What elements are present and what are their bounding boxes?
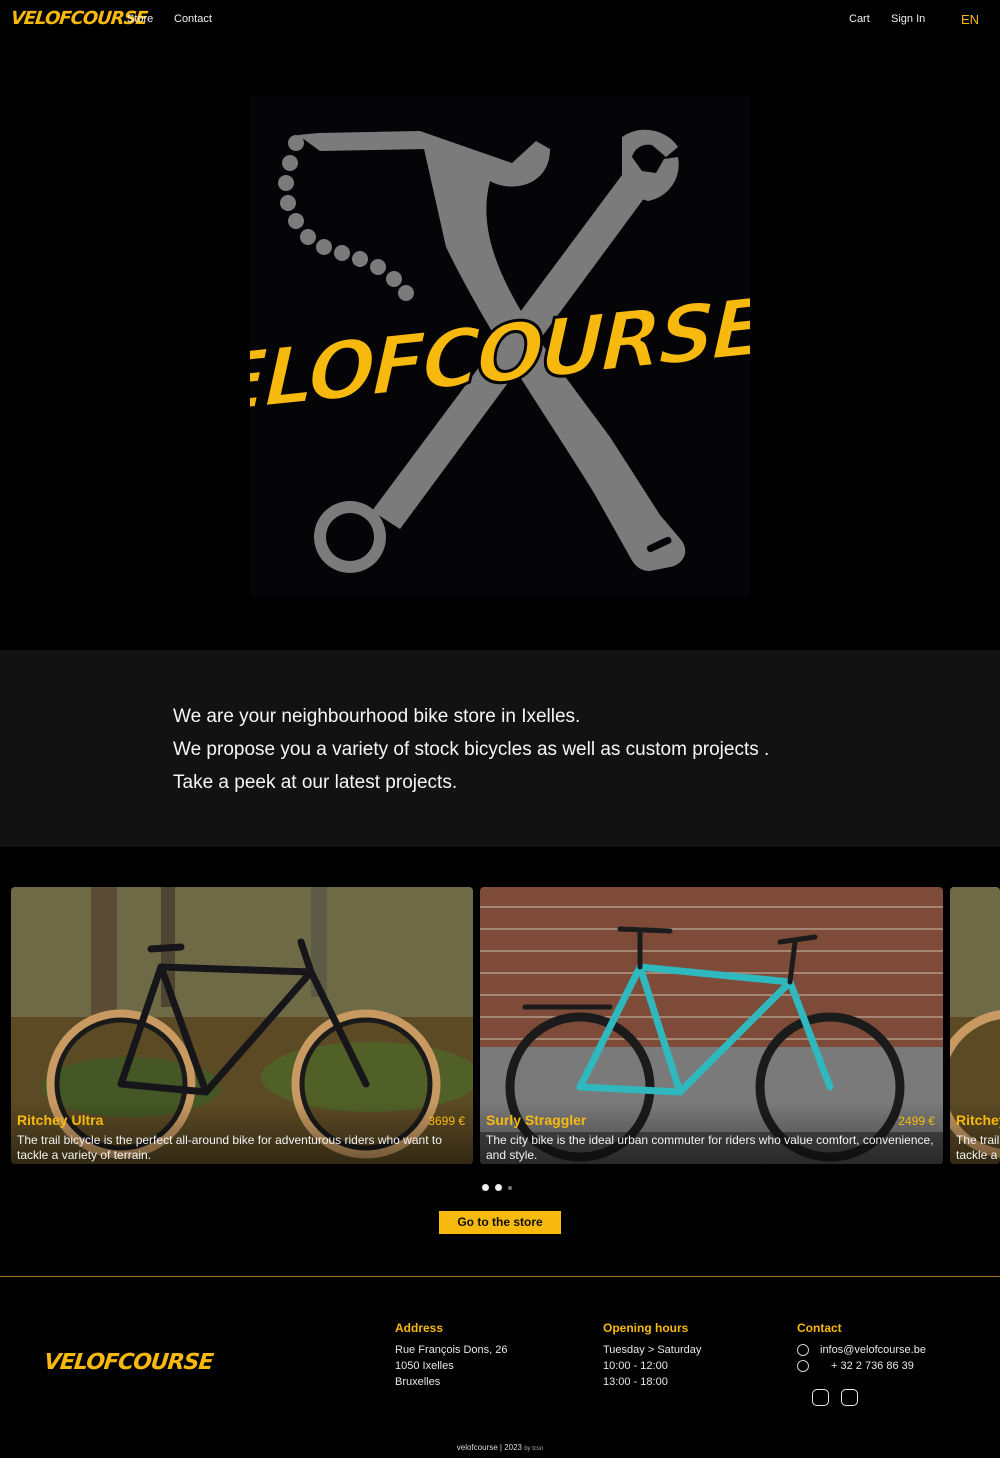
footer-phone-link[interactable]: + 32 2 736 86 39 <box>831 1360 914 1372</box>
intro-line-3: Take a peek at our latest projects. <box>173 772 458 793</box>
card-price: 3699 € <box>428 1114 465 1128</box>
facebook-icon[interactable] <box>841 1389 858 1406</box>
mail-icon <box>797 1344 809 1356</box>
top-navbar: VELOFCOURSE Store Contact Cart Sign In E… <box>0 0 1000 40</box>
crossed-tools-icon: VELOFCOURSE <box>153 129 768 573</box>
footer-hours-line: 10:00 - 12:00 <box>603 1360 668 1372</box>
card-title: Ritchey Ultra <box>17 1112 104 1128</box>
footer-address-line: Rue François Dons, 26 <box>395 1344 508 1356</box>
footer-logo[interactable]: VELOFCOURSE <box>43 1350 214 1375</box>
footer-address-line: Bruxelles <box>395 1376 441 1388</box>
carousel-dot-2[interactable] <box>495 1184 502 1191</box>
project-card-surly-straggler[interactable]: Surly Straggler 2499 € The city bike is … <box>480 887 943 1164</box>
footer-address-heading: Address <box>395 1321 444 1335</box>
footer-address-line: 1050 Ixelles <box>395 1360 454 1372</box>
footer-divider <box>0 1276 1000 1277</box>
intro-line-1: We are your neighbourhood bike store in … <box>173 706 581 727</box>
card-price: 2499 € <box>898 1114 935 1128</box>
phone-icon <box>797 1360 809 1372</box>
card-title: Surly Straggler <box>486 1112 587 1128</box>
footer-email-link[interactable]: infos@velofcourse.be <box>820 1344 926 1356</box>
intro-line-2: We propose you a variety of stock bicycl… <box>173 739 770 760</box>
card-description: The trail bicycle is the perfect all-aro… <box>17 1133 442 1162</box>
credit-text[interactable]: by tcsn <box>524 1446 543 1452</box>
project-card-ritchey-ultra[interactable]: Ritchey Ultra 3699 € The trail bicycle i… <box>11 887 473 1164</box>
nav-link-store[interactable]: Store <box>127 13 153 25</box>
hero-section: VELOFCOURSE <box>0 40 1000 650</box>
copyright: velofcourse | 2023 by tcsn <box>0 1443 1000 1452</box>
footer-hours-line: 13:00 - 18:00 <box>603 1376 668 1388</box>
footer-hours-line: Tuesday > Saturday <box>603 1344 702 1356</box>
carousel-dot-3[interactable] <box>508 1186 512 1190</box>
nav-link-contact[interactable]: Contact <box>174 13 212 25</box>
nav-link-sign-in[interactable]: Sign In <box>891 13 925 25</box>
card-title: Ritchey Ultra <box>956 1112 1000 1128</box>
footer-contact-heading: Contact <box>797 1321 842 1335</box>
card-description: The trail bicycle is the perfect all-aro… <box>956 1133 1000 1162</box>
carousel-dot-1[interactable] <box>482 1184 489 1191</box>
language-switcher[interactable]: EN <box>961 12 979 27</box>
hero-logo-artwork: VELOFCOURSE <box>153 97 768 597</box>
project-card-ritchey-ultra-next[interactable]: Ritchey Ultra The trail bicycle is the p… <box>950 887 1000 1164</box>
go-to-store-button[interactable]: Go to the store <box>439 1211 561 1234</box>
copyright-text: velofcourse | 2023 <box>456 1443 522 1452</box>
nav-link-cart[interactable]: Cart <box>849 13 870 25</box>
footer-hours-heading: Opening hours <box>603 1321 689 1335</box>
card-description: The city bike is the ideal urban commute… <box>486 1133 934 1162</box>
instagram-icon[interactable] <box>812 1389 829 1406</box>
intro-section: We are your neighbourhood bike store in … <box>0 650 1000 847</box>
